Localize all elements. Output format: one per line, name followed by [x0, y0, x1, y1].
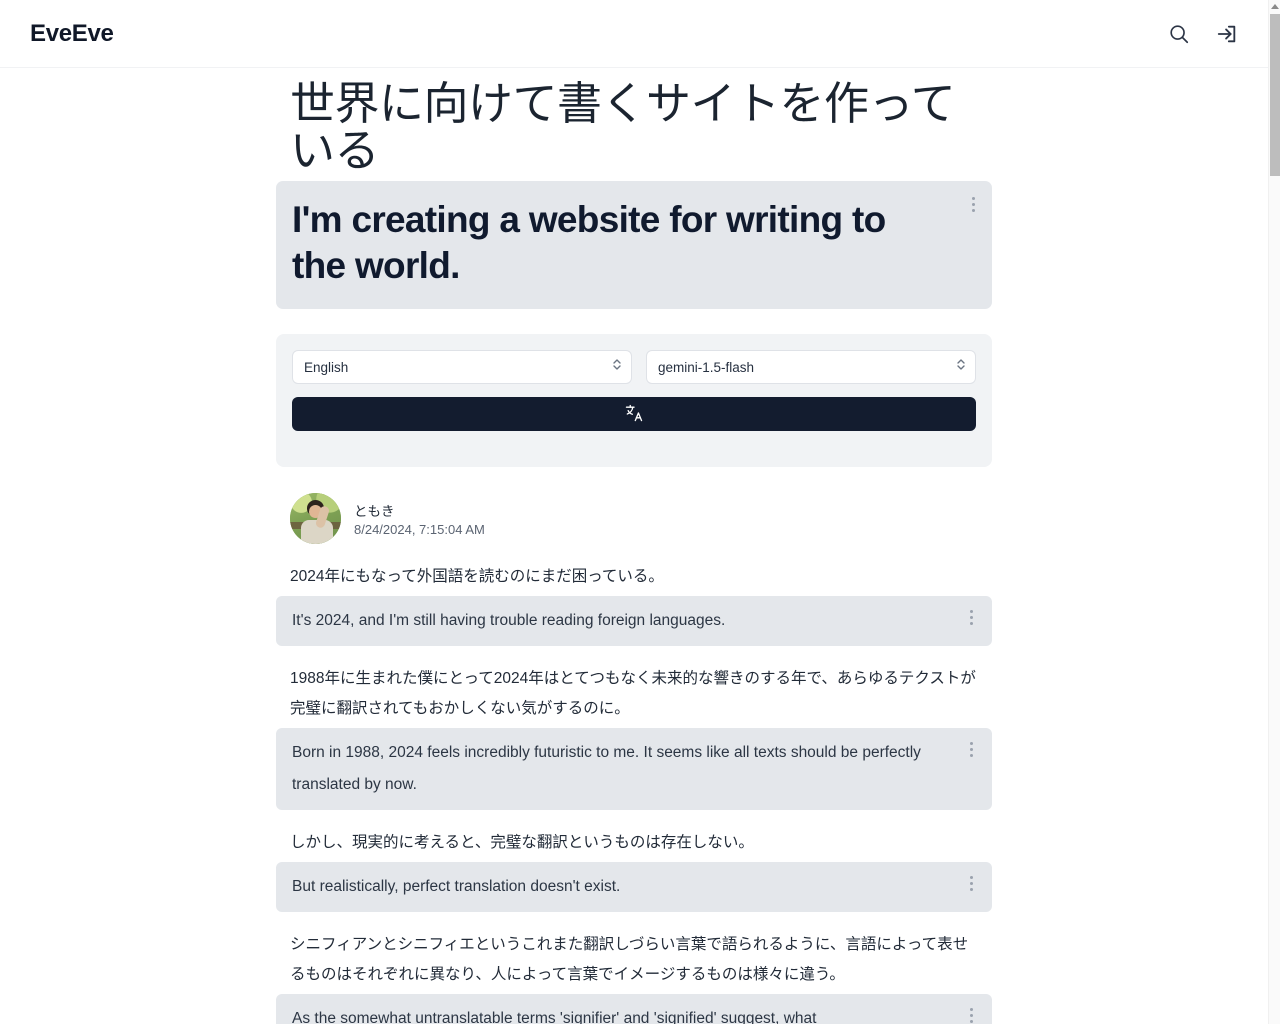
more-vertical-icon[interactable]	[960, 603, 982, 631]
language-select-wrapper: English	[292, 350, 632, 384]
paragraph-group: しかし、現実的に考えると、完璧な翻訳というものは存在しない。 But realis…	[276, 828, 992, 912]
paragraph-group: 2024年にもなって外国語を読むのにまだ困っている。 It's 2024, and…	[276, 562, 992, 646]
author-name: ともき	[354, 504, 395, 519]
translate-button[interactable]	[292, 397, 976, 431]
paragraph-translation-box: Born in 1988, 2024 feels incredibly futu…	[276, 728, 992, 810]
paragraph-translation-text: Born in 1988, 2024 feels incredibly futu…	[292, 744, 921, 794]
paragraph-group: 1988年に生まれた僕にとって2024年はとてつもなく未来的な響きのする年で、あ…	[276, 664, 992, 810]
avatar	[290, 493, 341, 544]
title-translation-box: I'm creating a website for writing to th…	[276, 180, 992, 309]
page-title: 世界に向けて書くサイトを作っている	[290, 78, 956, 177]
article-timestamp: 8/24/2024, 7:15:04 AM	[354, 522, 485, 537]
more-vertical-icon[interactable]	[960, 869, 982, 897]
paragraph-source-text: しかし、現実的に考えると、完璧な翻訳というものは存在しない。	[290, 833, 754, 851]
header-actions	[1166, 21, 1240, 47]
paragraph-translation-box: As the somewhat untranslatable terms 'si…	[276, 994, 992, 1024]
paragraph-group: シニフィアンとシニフィエというこれまた翻訳しづらい言葉で語られるように、言語によ…	[276, 930, 992, 1024]
author-meta: ともき 8/24/2024, 7:15:04 AM	[354, 500, 485, 537]
paragraph-source-text: シニフィアンとシニフィエというこれまた翻訳しづらい言葉で語られるように、言語によ…	[290, 935, 969, 984]
translate-icon	[624, 403, 644, 426]
paragraph-source-text: 1988年に生まれた僕にとって2024年はとてつもなく未来的な響きのする年で、あ…	[290, 669, 976, 718]
paragraph-translation-text: As the somewhat untranslatable terms 'si…	[292, 1010, 817, 1024]
model-select[interactable]: gemini-1.5-flash	[646, 350, 976, 384]
more-vertical-icon[interactable]	[962, 191, 984, 219]
paragraph-translation-box: It's 2024, and I'm still having trouble …	[276, 596, 992, 646]
site-header: EveEve	[0, 0, 1268, 68]
article-content: 世界に向けて書くサイトを作っている I'm creating a website…	[0, 68, 1268, 1024]
paragraph-list: 2024年にもなって外国語を読むのにまだ困っている。 It's 2024, and…	[276, 562, 992, 1024]
title-translation-text: I'm creating a website for writing to th…	[292, 198, 886, 286]
translate-controls-row: English gemini-1.5-flash	[292, 350, 976, 384]
brand-logo[interactable]: EveEve	[30, 20, 114, 48]
vertical-scrollbar[interactable]	[1268, 0, 1280, 1024]
author-row: ともき 8/24/2024, 7:15:04 AM	[276, 493, 992, 544]
paragraph-source-text: 2024年にもなって外国語を読むのにまだ困っている。	[290, 568, 664, 585]
paragraph-translation-box: But realistically, perfect translation d…	[276, 862, 992, 912]
paragraph-translation-text: It's 2024, and I'm still having trouble …	[292, 612, 726, 630]
paragraph-translation-text: But realistically, perfect translation d…	[292, 878, 621, 896]
scrollbar-up-arrow-icon[interactable]	[1269, 0, 1280, 12]
scrollbar-thumb[interactable]	[1270, 14, 1280, 176]
more-vertical-icon[interactable]	[960, 735, 982, 763]
app-viewport: EveEve 世界に向けて書くサイトを作っている I'm creating a …	[0, 0, 1280, 1024]
search-icon[interactable]	[1166, 21, 1192, 47]
translate-panel: English gemini-1.5-flash	[276, 334, 992, 467]
language-select[interactable]: English	[292, 350, 632, 384]
model-select-wrapper: gemini-1.5-flash	[646, 350, 976, 384]
login-arrow-icon[interactable]	[1214, 21, 1240, 47]
content-column: 世界に向けて書くサイトを作っている I'm creating a website…	[276, 68, 992, 1024]
more-vertical-icon[interactable]	[960, 1001, 982, 1024]
